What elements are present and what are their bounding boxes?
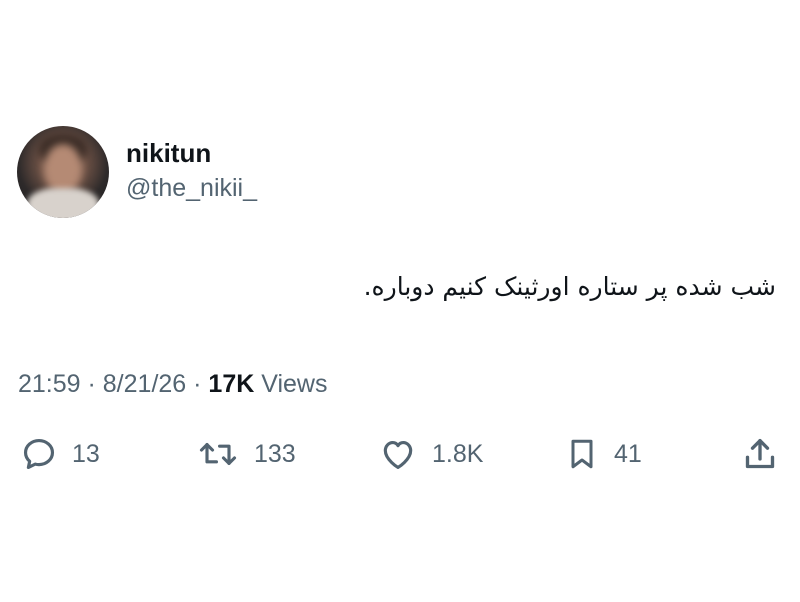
tweet-meta: 21:59 · 8/21/26 · 17K Views (18, 367, 327, 401)
tweet-date[interactable]: 8/21/26 (103, 370, 186, 398)
retweet-icon (199, 443, 237, 465)
like-count: 1.8K (432, 440, 484, 468)
reply-icon (23, 438, 55, 470)
share-icon (745, 439, 775, 469)
meta-separator: · (186, 370, 209, 398)
tweet-time[interactable]: 21:59 (18, 370, 81, 398)
retweet-count: 133 (254, 440, 296, 468)
retweet-button[interactable]: 133 (196, 432, 296, 476)
meta-separator: · (80, 370, 103, 398)
views-count[interactable]: 17K (208, 370, 254, 398)
avatar[interactable] (17, 126, 109, 218)
avatar-face-blurred (44, 144, 82, 194)
tweet-text: شب شده پر ستاره اورثینک کنیم دوباره. (363, 272, 776, 301)
like-button[interactable]: 1.8K (378, 432, 483, 476)
bookmark-icon (571, 439, 593, 469)
author-handle[interactable]: @the_nikii_ (126, 172, 257, 204)
views-label[interactable]: Views (254, 370, 327, 398)
reply-count: 13 (72, 440, 100, 468)
tweet-card: nikitun @the_nikii_ شب شده پر ستاره اورث… (0, 0, 800, 602)
bookmark-count: 41 (614, 440, 642, 468)
share-button[interactable] (740, 432, 780, 476)
avatar-shoulders (27, 188, 99, 218)
reply-button[interactable]: 13 (20, 432, 100, 476)
heart-icon (383, 441, 413, 470)
bookmark-button[interactable]: 41 (564, 432, 642, 476)
action-bar: 13 133 1.8K 41 (0, 432, 800, 476)
author-display-name[interactable]: nikitun (126, 137, 211, 169)
